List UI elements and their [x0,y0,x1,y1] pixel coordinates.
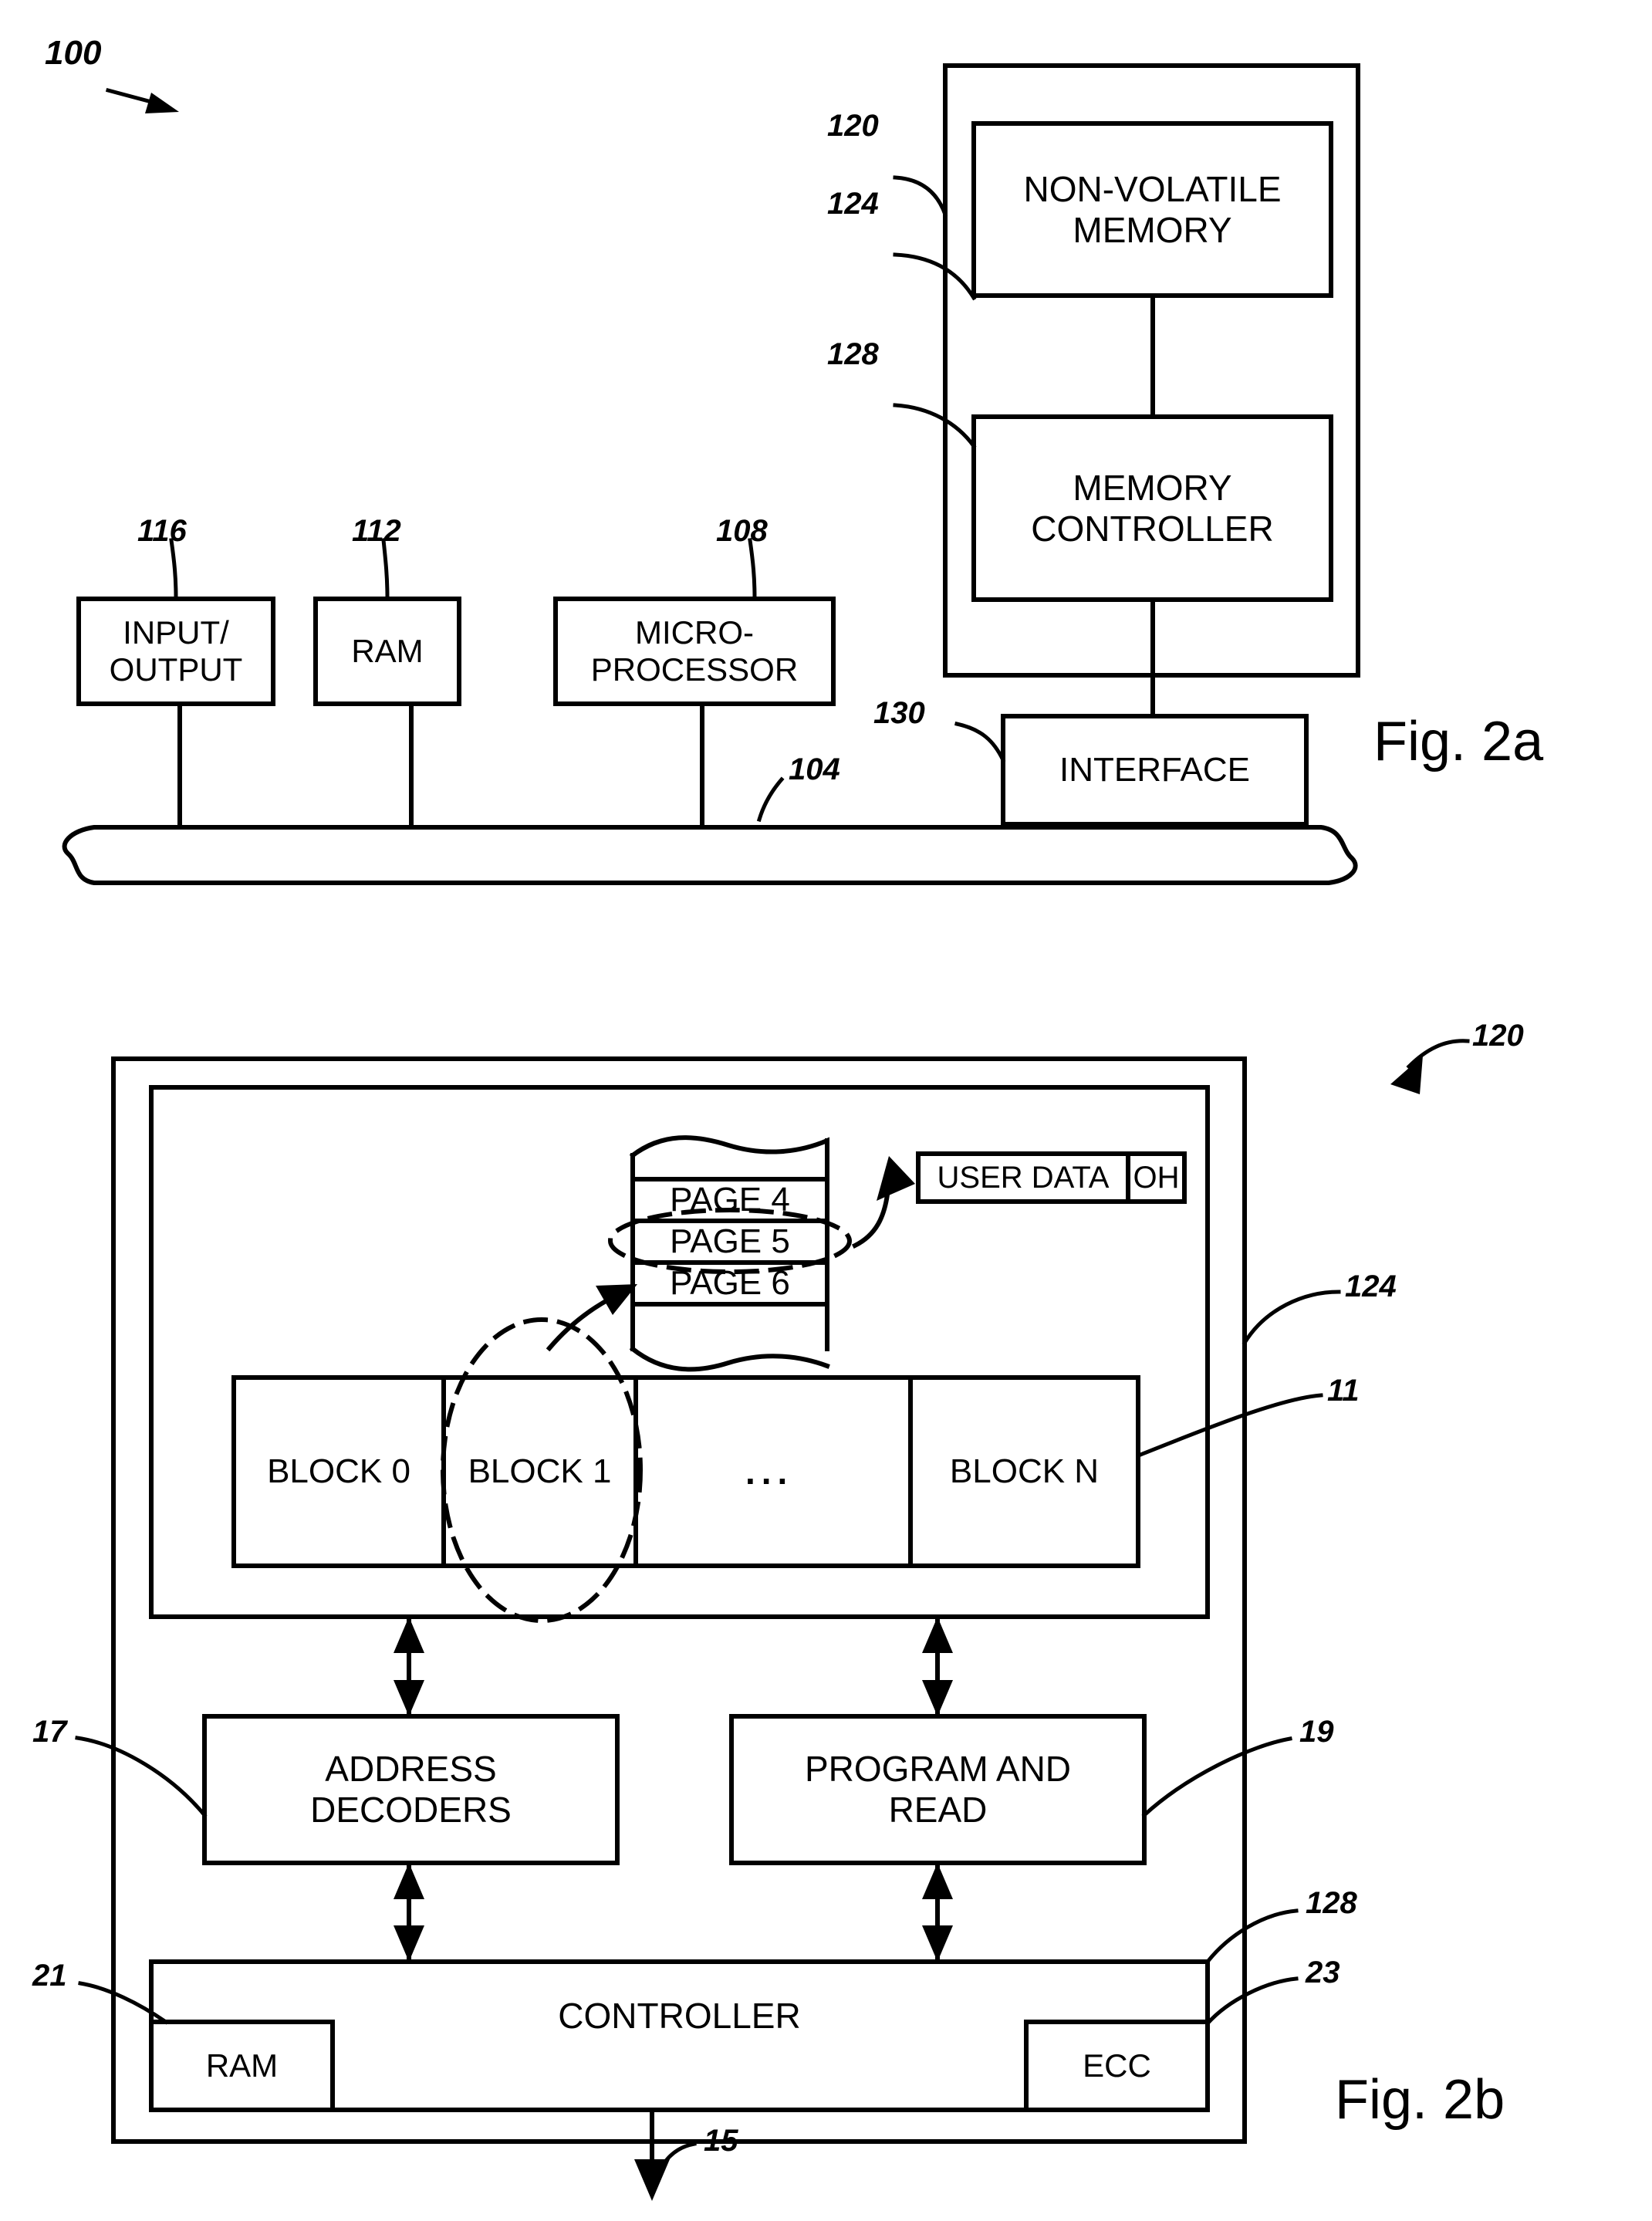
ref-112-leader [381,538,390,600]
interface-label: INTERFACE [1059,750,1250,789]
memory-block-n-label: BLOCK N [949,1452,1100,1490]
ref-11-leader [1137,1393,1323,1458]
memory-block-1-label: BLOCK 1 [468,1452,612,1490]
program-read-to-controller-arrow [922,1861,953,1964]
ref-130-leader [954,722,1006,763]
ref-label-128b: 128 [1306,1886,1357,1920]
host-ram-label: RAM [351,632,424,669]
ref-108-leader [748,538,757,600]
figure-2a-caption: Fig. 2a [1373,711,1544,772]
ref-124b-leader [1242,1290,1341,1346]
ref-label-21: 21 [32,1959,67,1993]
array-to-program-read-arrow [922,1614,953,1719]
ref-label-124b: 124 [1345,1269,1397,1303]
page-label-6: PAGE 6 [670,1263,790,1302]
ref-label-112: 112 [352,514,401,548]
page-label-4: PAGE 4 [670,1180,790,1219]
page5-to-userdata-arrow [851,1156,915,1249]
overhead-field-label: OH [1133,1161,1180,1195]
ref-label-11: 11 [1327,1374,1360,1408]
nonvolatile-memory-label: NON-VOLATILE MEMORY [1023,168,1282,250]
program-and-read-label: PROGRAM AND READ [804,1749,1072,1830]
ref-label-15: 15 [704,2124,738,2158]
ref-116-leader [169,538,178,600]
array-to-address-decoders-arrow [394,1614,424,1719]
ref-label-124: 124 [827,187,879,221]
ref-128-leader [893,403,977,449]
microprocessor-label: MICRO- PROCESSOR [590,614,799,688]
page-label-5: PAGE 5 [670,1222,790,1260]
ref-17-leader [75,1736,208,1818]
user-data-field-label: USER DATA [937,1161,1110,1195]
input-output-label: INPUT/ OUTPUT [109,614,243,688]
ref-23-leader [1204,1976,1299,2027]
figure-2b-caption: Fig. 2b [1335,2069,1505,2131]
ref-15-leader [654,2142,697,2178]
patent-figure-page: 100 120 124 128 130 116 112 108 104 NON-… [0,0,1652,2221]
controller-ecc-label: ECC [1083,2047,1151,2084]
ref-104-leader [756,776,785,823]
ref-128b-leader [1204,1908,1299,1965]
memory-blocks-ellipsis: ... [745,1452,794,1492]
ref-label-23: 23 [1306,1956,1340,1989]
controller-ram-label: RAM [205,2047,279,2084]
host-bus-arrow [634,2108,670,2201]
system-bus [62,825,1358,885]
ref-label-116: 116 [137,514,187,548]
block1-to-pages-arrow [546,1284,637,1352]
address-decoders-label: ADDRESS DECODERS [310,1749,512,1830]
ref-label-128: 128 [827,337,879,371]
ref-120-leader [893,175,948,218]
figure-vector-layer [62,63,1470,2201]
memory-controller-label: MEMORY CONTROLLER [1031,467,1274,549]
ref-label-120: 120 [827,109,879,143]
ref-label-104: 104 [789,752,840,786]
address-decoders-to-controller-arrow [394,1861,424,1964]
ref-label-19: 19 [1299,1715,1334,1749]
memory-block-0-label: BLOCK 0 [267,1452,410,1490]
ref-label-130: 130 [873,696,925,730]
ref-label-120b: 120 [1472,1019,1524,1053]
ref-label-108: 108 [716,514,768,548]
ref-19-leader [1141,1736,1292,1818]
ref-label-100: 100 [45,34,102,72]
ref-label-17: 17 [32,1715,67,1749]
ref-124-leader [893,252,977,301]
ref-120b-arrow [1390,1039,1470,1094]
ref-100-arrow [105,87,179,113]
